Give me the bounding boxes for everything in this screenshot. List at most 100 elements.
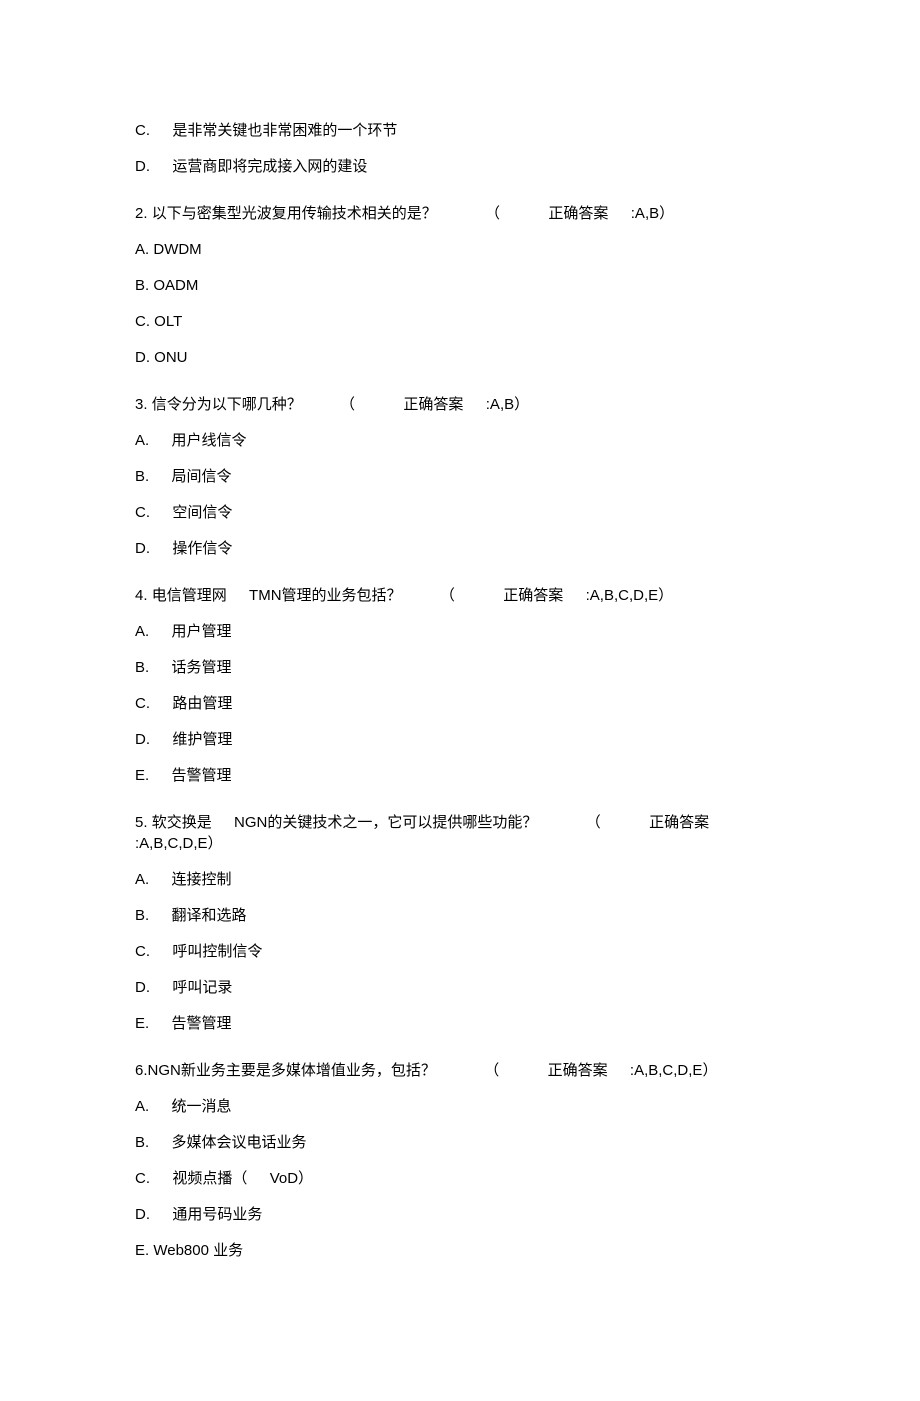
option-a: A. 连接控制 xyxy=(135,869,790,890)
option-prefix: C. xyxy=(135,311,150,332)
option-prefix: B. xyxy=(135,1132,149,1153)
option-text: DWDM xyxy=(153,241,201,258)
question-stem: 2. 以下与密集型光波复用传输技术相关的是？ （ 正确答案 :A,B） xyxy=(135,203,790,224)
paren-open: （ xyxy=(485,203,500,224)
option-text: 统一消息 xyxy=(172,1098,232,1115)
question-stem: 3. 信令分为以下哪几种？ （ 正确答案 :A,B） xyxy=(135,394,790,415)
option-text: 多媒体会议电话业务 xyxy=(172,1134,307,1151)
option-text: 维护管理 xyxy=(172,731,232,748)
option-d: D. ONU xyxy=(135,347,790,368)
question-number: 5. xyxy=(135,812,148,833)
paren-open: （ xyxy=(340,394,355,415)
question-text-a: 电信管理网 xyxy=(152,585,227,606)
answer-label: 正确答案 xyxy=(649,812,709,833)
option-prefix: B. xyxy=(135,905,149,926)
paren-open: （ xyxy=(586,812,601,833)
question-2: 2. 以下与密集型光波复用传输技术相关的是？ （ 正确答案 :A,B） A. D… xyxy=(135,203,790,368)
option-prefix: B. xyxy=(135,657,149,678)
option-a: A. 用户线信令 xyxy=(135,430,790,451)
option-text-b: VoD） xyxy=(270,1170,313,1187)
question-6: 6.NGN新业务主要是多媒体增值业务，包括？ （ 正确答案 :A,B,C,D,E… xyxy=(135,1060,790,1261)
option-prefix: C. xyxy=(135,1168,150,1189)
option-text: ONU xyxy=(154,349,187,366)
option-text: 通用号码业务 xyxy=(172,1206,262,1223)
question-text-b: NGN的关键技术之一，它可以提供哪些功能？ xyxy=(234,812,537,833)
answer-label: 正确答案 xyxy=(403,394,463,415)
option-prefix: D. xyxy=(135,347,150,368)
option-prefix: A. xyxy=(135,621,149,642)
answer-value: :A,B,C,D,E） xyxy=(630,1060,718,1081)
option-text: 翻译和选路 xyxy=(172,907,247,924)
option-b: B. 翻译和选路 xyxy=(135,905,790,926)
question-stem: 4. 电信管理网 TMN管理的业务包括？ （ 正确答案 :A,B,C,D,E） xyxy=(135,585,790,606)
option-text: 话务管理 xyxy=(172,659,232,676)
orphan-option-d: D. 运营商即将完成接入网的建设 xyxy=(135,156,790,177)
option-text: 告警管理 xyxy=(172,1015,232,1032)
option-text: OADM xyxy=(153,277,198,294)
option-prefix: E. xyxy=(135,1013,149,1034)
document-page: C. 是非常关键也非常困难的一个环节 D. 运营商即将完成接入网的建设 2. 以… xyxy=(0,0,920,1401)
option-text: 呼叫记录 xyxy=(172,979,232,996)
option-c: C. 视频点播（ VoD） xyxy=(135,1168,790,1189)
answer-value: :A,B,C,D,E） xyxy=(135,833,223,854)
question-stem: 5. 软交换是 NGN的关键技术之一，它可以提供哪些功能？ （ 正确答案 :A,… xyxy=(135,812,790,854)
option-text: 路由管理 xyxy=(172,695,232,712)
option-prefix: E. xyxy=(135,765,149,786)
option-text: 操作信令 xyxy=(172,540,232,557)
option-c: C. 路由管理 xyxy=(135,693,790,714)
paren-open: （ xyxy=(484,1060,499,1081)
option-text: 运营商即将完成接入网的建设 xyxy=(172,158,367,175)
option-a: A. 统一消息 xyxy=(135,1096,790,1117)
option-prefix: E. xyxy=(135,1240,149,1261)
question-number: 4. xyxy=(135,585,148,606)
option-d: D. 呼叫记录 xyxy=(135,977,790,998)
orphan-option-c: C. 是非常关键也非常困难的一个环节 xyxy=(135,120,790,141)
option-c: C. 空间信令 xyxy=(135,502,790,523)
question-text-a: 软交换是 xyxy=(152,812,212,833)
answer-label: 正确答案 xyxy=(503,585,563,606)
question-5: 5. 软交换是 NGN的关键技术之一，它可以提供哪些功能？ （ 正确答案 :A,… xyxy=(135,812,790,1034)
answer-value: :A,B,C,D,E） xyxy=(586,585,674,606)
option-c: C. 呼叫控制信令 xyxy=(135,941,790,962)
option-prefix: A. xyxy=(135,1096,149,1117)
option-prefix: D. xyxy=(135,729,150,750)
option-b: B. 局间信令 xyxy=(135,466,790,487)
question-3: 3. 信令分为以下哪几种？ （ 正确答案 :A,B） A. 用户线信令 B. 局… xyxy=(135,394,790,559)
option-b: B. 话务管理 xyxy=(135,657,790,678)
option-text: Web800 业务 xyxy=(153,1242,243,1259)
option-prefix: C. xyxy=(135,502,150,523)
question-text: NGN新业务主要是多媒体增值业务，包括？ xyxy=(148,1060,436,1081)
option-b: B. 多媒体会议电话业务 xyxy=(135,1132,790,1153)
option-e: E. 告警管理 xyxy=(135,765,790,786)
question-number: 2. xyxy=(135,203,148,224)
option-text-a: 视频点播（ xyxy=(172,1170,247,1187)
question-text: 信令分为以下哪几种？ xyxy=(152,394,302,415)
option-text: 空间信令 xyxy=(172,504,232,521)
option-text: 局间信令 xyxy=(172,468,232,485)
option-prefix: C. xyxy=(135,941,150,962)
option-prefix: D. xyxy=(135,156,150,177)
option-text: 是非常关键也非常困难的一个环节 xyxy=(172,122,397,139)
question-number: 6. xyxy=(135,1060,148,1081)
option-prefix: A. xyxy=(135,239,149,260)
answer-value: :A,B） xyxy=(486,394,529,415)
option-text: 呼叫控制信令 xyxy=(172,943,262,960)
option-c: C. OLT xyxy=(135,311,790,332)
paren-open: （ xyxy=(440,585,455,606)
option-text: 连接控制 xyxy=(172,871,232,888)
question-4: 4. 电信管理网 TMN管理的业务包括？ （ 正确答案 :A,B,C,D,E） … xyxy=(135,585,790,786)
answer-value: :A,B） xyxy=(631,203,674,224)
option-prefix: D. xyxy=(135,538,150,559)
answer-label: 正确答案 xyxy=(548,203,608,224)
option-e: E. 告警管理 xyxy=(135,1013,790,1034)
option-prefix: C. xyxy=(135,120,150,141)
option-a: A. 用户管理 xyxy=(135,621,790,642)
option-e: E. Web800 业务 xyxy=(135,1240,790,1261)
option-d: D. 操作信令 xyxy=(135,538,790,559)
question-text: 以下与密集型光波复用传输技术相关的是？ xyxy=(152,203,437,224)
option-prefix: A. xyxy=(135,430,149,451)
option-text: 用户管理 xyxy=(172,623,232,640)
option-b: B. OADM xyxy=(135,275,790,296)
option-prefix: B. xyxy=(135,275,149,296)
option-d: D. 通用号码业务 xyxy=(135,1204,790,1225)
